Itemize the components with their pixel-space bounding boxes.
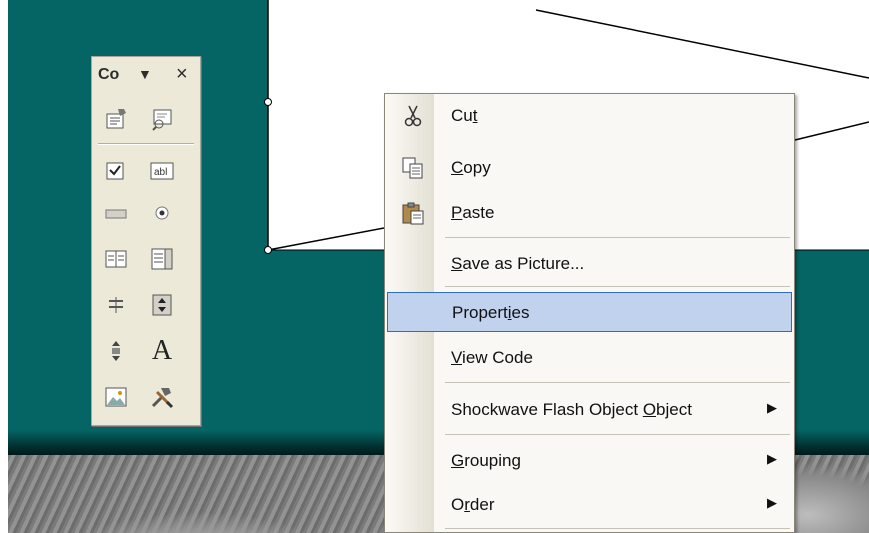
menu-item-copy[interactable]: Copy	[387, 148, 792, 188]
submenu-arrow-icon: ▶	[767, 495, 777, 510]
menu-label-copy: Copy	[451, 158, 491, 177]
checkbox-tool-icon[interactable]	[102, 157, 130, 185]
toolbox-title: Co	[98, 66, 120, 83]
selection-handle-bottom[interactable]	[264, 246, 272, 254]
menu-separator	[445, 434, 790, 435]
menu-label-order: Order	[451, 495, 495, 514]
label-tool-glyph: A	[151, 335, 173, 366]
menu-separator	[445, 528, 790, 529]
listbox-tool-icon[interactable]	[102, 245, 130, 273]
menu-label-paste: Paste	[451, 203, 495, 222]
menu-item-grouping[interactable]: Grouping ▶	[387, 441, 792, 481]
toolbox-separator	[98, 143, 194, 145]
menu-label-properties: Properties	[452, 303, 530, 322]
svg-text:abl: abl	[154, 167, 167, 178]
view-code-icon[interactable]	[148, 105, 176, 133]
copy-icon	[401, 156, 425, 180]
menu-item-paste[interactable]: Paste	[387, 193, 792, 233]
menu-label-save-as-picture: Save as Picture...	[451, 254, 585, 273]
menu-separator	[445, 237, 790, 238]
toolbox-dropdown-icon[interactable]: ▼	[138, 66, 152, 82]
textbox-tool-icon[interactable]: abl	[148, 157, 176, 185]
menu-label-grouping: Grouping	[451, 451, 521, 470]
submenu-arrow-icon: ▶	[767, 400, 777, 415]
submenu-arrow-icon: ▶	[767, 451, 777, 466]
option-button-tool-icon[interactable]	[148, 199, 176, 227]
left-margin	[0, 0, 8, 533]
menu-item-shockwave-flash-object[interactable]: Shockwave Flash Object Object ▶	[387, 390, 792, 430]
menu-item-view-code[interactable]: View Code	[387, 338, 792, 378]
combobox-tool-icon[interactable]	[148, 245, 176, 273]
scrollbar-tool-icon[interactable]	[102, 337, 130, 365]
image-tool-icon[interactable]	[102, 383, 130, 411]
selection-handle-top[interactable]	[264, 98, 272, 106]
menu-item-order[interactable]: Order ▶	[387, 485, 792, 525]
toolbox-title-bar[interactable]: Co ▼ ×	[92, 57, 200, 91]
menu-label-cut: Cut	[451, 106, 478, 125]
context-menu: Cut Copy Paste Save as Picture... Proper…	[384, 93, 795, 533]
toggle-button-tool-icon[interactable]	[102, 291, 130, 319]
spin-button-tool-icon[interactable]	[148, 291, 176, 319]
menu-item-properties[interactable]: Properties	[387, 292, 792, 332]
menu-label-view-code: View Code	[451, 348, 533, 367]
scissors-icon	[401, 104, 425, 128]
menu-item-save-as-picture[interactable]: Save as Picture...	[387, 244, 792, 284]
menu-separator	[445, 382, 790, 383]
command-button-tool-icon[interactable]	[102, 199, 130, 227]
more-controls-icon[interactable]	[148, 383, 176, 411]
menu-separator	[445, 286, 790, 287]
properties-icon[interactable]	[102, 105, 130, 133]
paste-icon	[401, 201, 425, 225]
label-tool-icon[interactable]: A	[148, 335, 176, 366]
toolbox-close-icon[interactable]: ×	[176, 63, 188, 86]
menu-label-shockwave: Shockwave Flash Object Object	[451, 400, 692, 419]
menu-item-cut[interactable]: Cut	[387, 96, 792, 136]
control-toolbox: Co ▼ × abl A	[91, 56, 201, 426]
